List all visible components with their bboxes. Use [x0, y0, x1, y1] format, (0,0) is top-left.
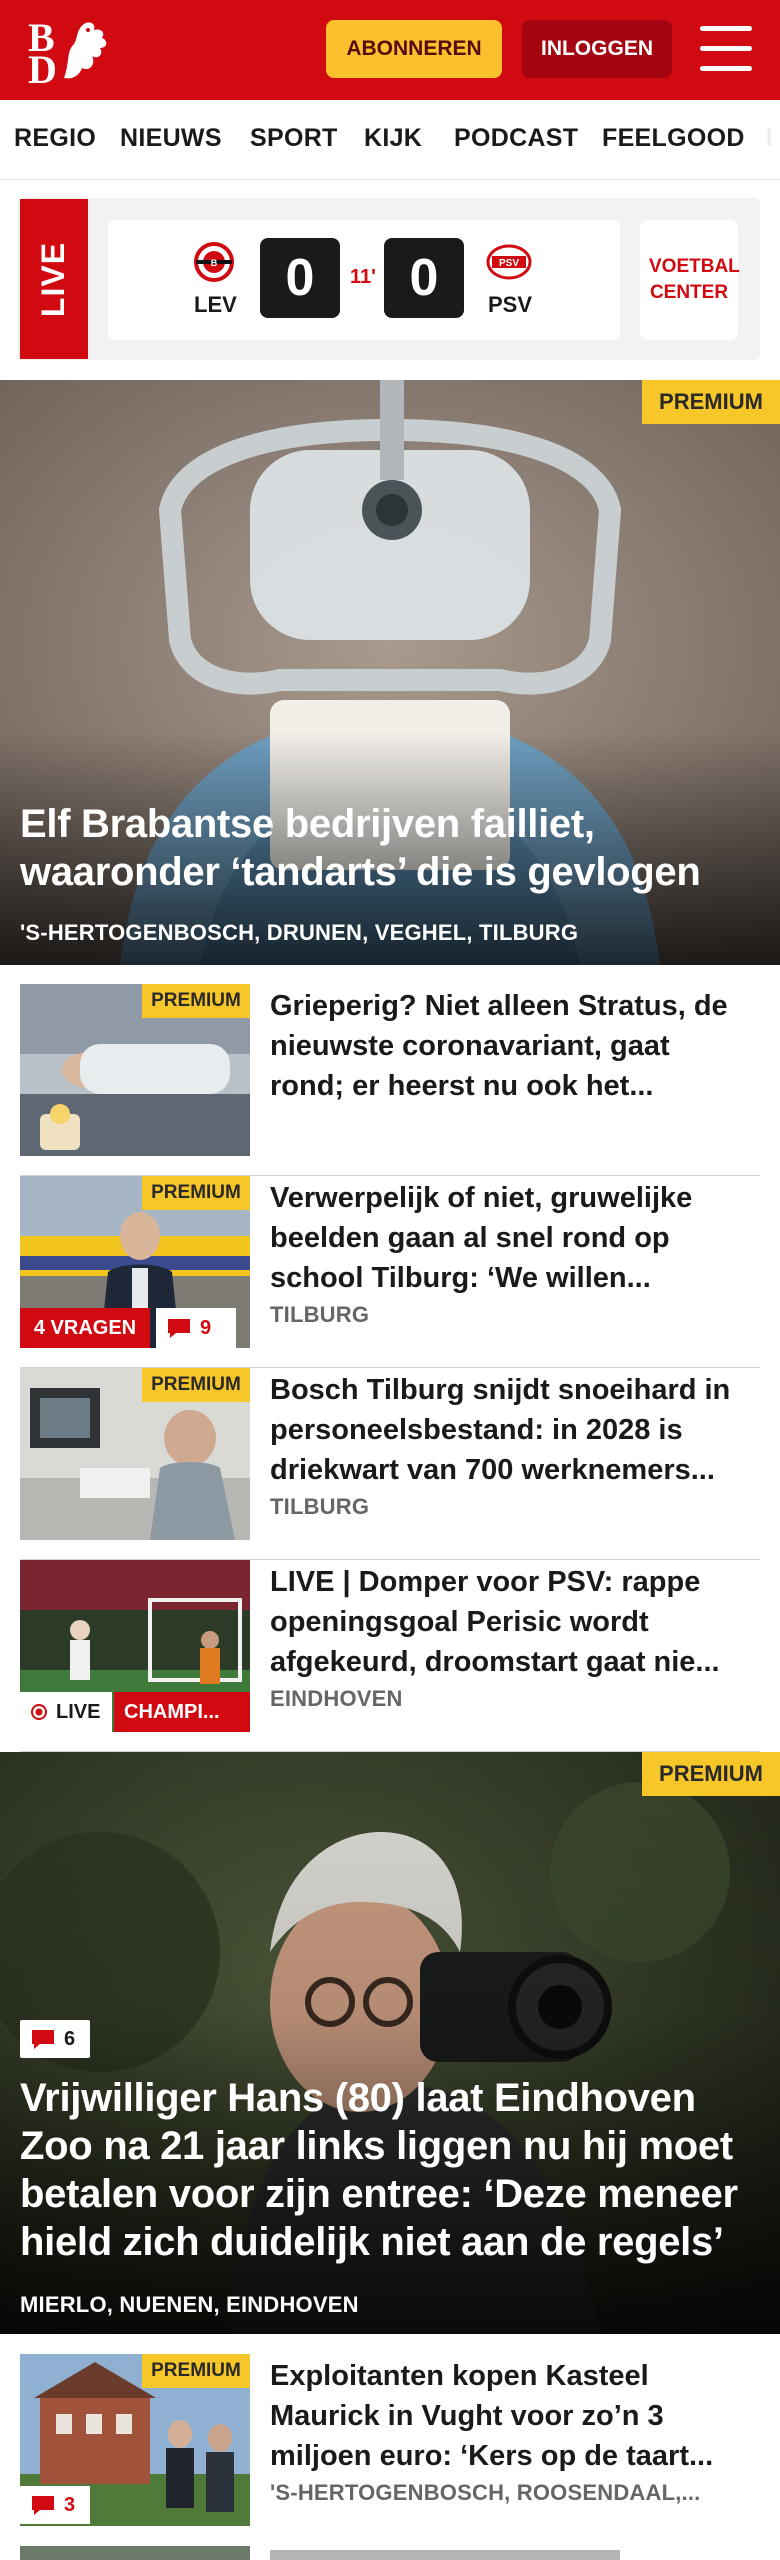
article-thumbnail: PREMIUM [20, 984, 250, 1156]
main-nav: REGIO NIEUWS SPORT KIJK PODCAST FEELGOOD… [0, 100, 780, 180]
hero-title-line-3: betalen voor zijn entree: ‘Deze meneer [20, 2172, 738, 2216]
comments-badge: 6 [20, 2020, 90, 2058]
hero-location: MIERLO, NUENEN, EINDHOVEN [20, 2292, 359, 2317]
next-article-title-peek [270, 2550, 620, 2560]
list-item[interactable]: PREMIUM Bosch Tilburg snijdt snoeihard i… [20, 1368, 760, 1560]
article-title-line: Grieperig? Niet alleen Stratus, de [270, 990, 728, 1022]
article-location: TILBURG [270, 1302, 370, 1327]
article-title-line: school Tilburg: ‘We willen... [270, 1262, 651, 1294]
list-item[interactable]: PREMIUM 3 Exploitanten kopen Kasteel Mau… [20, 2354, 760, 2546]
article-thumbnail: PREMIUM 4 VRAGEN 9 [20, 1176, 250, 1348]
nav-item-feelgood[interactable]: FEELGOOD [602, 124, 745, 153]
hero-title-line-2: Zoo na 21 jaar links liggen nu hij moet [20, 2124, 733, 2168]
nav-item-kijk[interactable]: KIJK [364, 124, 422, 153]
nav-item-sport[interactable]: SPORT [250, 124, 338, 153]
list-item[interactable]: PREMIUM 4 VRAGEN 9 Verwerpelijk of niet,… [20, 1176, 760, 1368]
questions-badge: 4 VRAGEN [20, 1308, 150, 1348]
nav-fade [740, 100, 780, 179]
home-team-name: LEV [194, 292, 237, 317]
site-header: B D ABONNEREN INLOGGEN [0, 0, 780, 100]
article-title-line: Maurick in Vught voor zo’n 3 [270, 2400, 664, 2432]
comment-icon [32, 2496, 54, 2515]
live-badge-label: LIVE [56, 1700, 101, 1723]
match-minute: 11' [350, 266, 376, 288]
home-score: 0 [260, 238, 340, 318]
hero-article-2[interactable]: PREMIUM 6 Vrijwilliger Hans (80) laat Ei… [0, 1752, 780, 2334]
article-title: Bosch Tilburg snijdt snoeihard in person… [270, 1370, 760, 1490]
list-item[interactable]: PREMIUM Grieperig? Niet alleen Stratus, … [20, 984, 760, 1176]
hero-title-line-1: Vrijwilliger Hans (80) laat Eindhoven [20, 2076, 696, 2120]
premium-badge: PREMIUM [142, 2354, 250, 2388]
comment-count: 3 [64, 2493, 76, 2516]
hero-title-line-2: waaronder ‘tandarts’ die is gevlogen [20, 850, 701, 894]
hero-title-line-4: hield zich duidelijk niet aan de regels’ [20, 2220, 724, 2264]
article-title-line: rond; er heerst nu ook het... [270, 1070, 654, 1102]
comment-count: 6 [64, 2027, 76, 2050]
comments-badge: 3 [20, 2486, 90, 2524]
away-team-name: PSV [488, 292, 533, 317]
article-title-line: openingsgoal Perisic wordt [270, 1606, 649, 1638]
hamburger-menu-icon[interactable] [700, 26, 752, 72]
article-thumbnail: PREMIUM [20, 1368, 250, 1540]
next-article-thumbnail-peek [20, 2546, 250, 2560]
article-title-line: miljoen euro: ‘Kers op de taart... [270, 2440, 714, 2472]
article-title-line: beelden gaan al snel rond op [270, 1222, 670, 1254]
nav-item-podcast[interactable]: PODCAST [454, 124, 578, 153]
svg-text:B: B [211, 258, 218, 268]
live-tag-label: LIVE [35, 241, 72, 317]
hero-location: 'S-HERTOGENBOSCH, DRUNEN, VEGHEL, TILBUR… [20, 920, 579, 945]
article-title-line: afgekeurd, droomstart gaat nie... [270, 1646, 720, 1678]
voetbal-center-label: VOETBAL CENTER [649, 256, 740, 303]
list-item[interactable]: LIVE CHAMPI... LIVE | Domper voor PSV: r… [20, 1560, 760, 1752]
article-title: Verwerpelijk of niet, gruwelijke beelden… [270, 1178, 760, 1298]
article-location: EINDHOVEN [270, 1686, 403, 1711]
nav-item-nieuws[interactable]: NIEUWS [120, 124, 222, 153]
away-score: 0 [384, 238, 464, 318]
bd-logo[interactable]: B D [26, 14, 116, 92]
psv-crest-icon: PSV [486, 244, 532, 280]
comment-count: 9 [200, 1316, 212, 1339]
article-title-line: Verwerpelijk of niet, gruwelijke [270, 1182, 693, 1214]
comments-badge: 9 [156, 1308, 236, 1348]
comment-icon [168, 1319, 190, 1338]
svg-text:PSV: PSV [499, 258, 519, 269]
article-title: LIVE | Domper voor PSV: rappe openingsgo… [270, 1562, 760, 1682]
nav-item-regio[interactable]: REGIO [14, 124, 96, 153]
logo-letter-d: D [28, 47, 57, 92]
premium-badge: PREMIUM [142, 1368, 250, 1402]
article-location: 'S-HERTOGENBOSCH, ROOSENDAAL,... [270, 2480, 701, 2505]
article-thumbnail: PREMIUM 3 [20, 2354, 250, 2526]
premium-badge: PREMIUM [142, 984, 250, 1018]
voetbal-center-link[interactable]: VOETBAL CENTER [640, 220, 740, 340]
premium-badge: PREMIUM [142, 1176, 250, 1210]
premium-badge: PREMIUM [642, 380, 780, 424]
premium-badge: PREMIUM [642, 1752, 780, 1796]
subscribe-button[interactable]: ABONNEREN [326, 20, 502, 78]
article-location: TILBURG [270, 1494, 370, 1519]
article-title-line: nieuwste coronavariant, gaat [270, 1030, 670, 1062]
article-title: Exploitanten kopen Kasteel Maurick in Vu… [270, 2356, 760, 2476]
hero-title-line-1: Elf Brabantse bedrijven failliet, [20, 802, 595, 846]
article-title-line: LIVE | Domper voor PSV: rappe [270, 1566, 701, 1598]
article-title-line: driekwart van 700 werknemers... [270, 1454, 715, 1486]
article-title-line: personeelsbestand: in 2028 is [270, 1414, 683, 1446]
category-badge: CHAMPI... [114, 1692, 250, 1732]
hero-article-1[interactable]: PREMIUM Elf Brabantse bedrijven failliet… [0, 380, 780, 965]
live-tag: LIVE [20, 199, 88, 359]
leverkusen-crest-icon: B [194, 242, 234, 282]
article-title-line: Exploitanten kopen Kasteel [270, 2360, 649, 2392]
comment-icon [32, 2030, 54, 2049]
article-title: Grieperig? Niet alleen Stratus, de nieuw… [270, 986, 760, 1106]
dragon-icon [64, 22, 107, 79]
live-dot-icon [31, 1704, 47, 1720]
article-title-line: Bosch Tilburg snijdt snoeihard in [270, 1374, 731, 1406]
article-thumbnail: LIVE CHAMPI... [20, 1560, 250, 1732]
live-badge: LIVE [20, 1692, 112, 1732]
login-button[interactable]: INLOGGEN [522, 20, 672, 78]
